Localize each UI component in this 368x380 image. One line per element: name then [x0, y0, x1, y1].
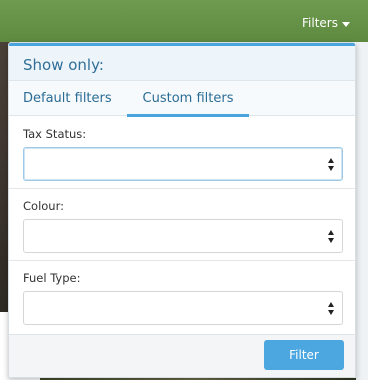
filter-tabs: Default filters Custom filters	[9, 81, 355, 117]
select-arrows-icon	[328, 302, 335, 316]
panel-title: Show only:	[23, 56, 104, 74]
background-right-strip	[356, 42, 368, 380]
filters-toggle[interactable]: Filters	[302, 16, 350, 30]
filters-toggle-label: Filters	[302, 16, 338, 30]
tab-default-filters[interactable]: Default filters	[23, 91, 112, 106]
tab-custom-filters[interactable]: Custom filters	[127, 91, 249, 117]
select-arrows-icon	[328, 230, 335, 244]
panel-header: Show only:	[9, 46, 355, 81]
colour-label: Colour:	[23, 199, 64, 213]
filters-dropdown-panel: Show only: Default filters Custom filter…	[8, 42, 356, 378]
field-divider	[9, 260, 355, 261]
caret-down-icon	[342, 21, 350, 27]
panel-footer: Filter	[9, 334, 355, 377]
fuel-type-select[interactable]	[23, 291, 343, 325]
top-navigation-bar: Filters	[0, 0, 368, 42]
tax-status-label: Tax Status:	[23, 127, 87, 141]
select-arrows-icon	[328, 158, 335, 172]
colour-select[interactable]	[23, 219, 343, 253]
filter-button[interactable]: Filter	[264, 340, 344, 370]
fuel-type-label: Fuel Type:	[23, 271, 81, 285]
tax-status-select[interactable]	[23, 147, 343, 181]
field-divider	[9, 188, 355, 189]
